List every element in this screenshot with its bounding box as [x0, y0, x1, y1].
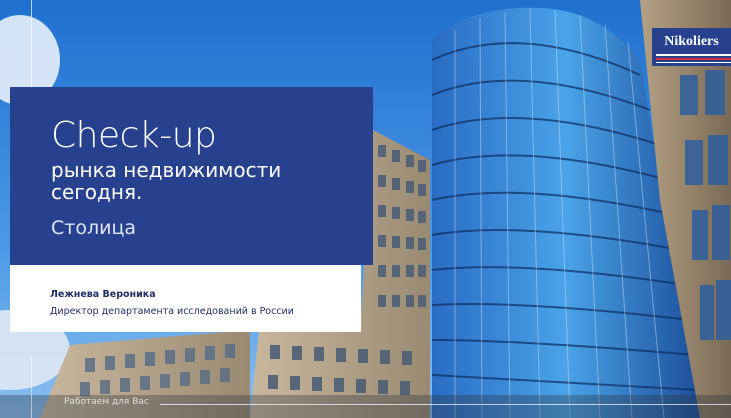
logo-text: Nikoliers	[664, 34, 719, 49]
slide-subtitle-line1: рынка недвижимости	[51, 158, 282, 182]
slide-title: Check-up	[51, 115, 217, 156]
author-name: Лежнева Вероника	[50, 289, 156, 300]
decorative-line-bottom	[31, 356, 32, 418]
slide: Nikoliers Check-up рынка недвижимости се…	[0, 0, 731, 418]
slide-subtitle-line2: сегодня.	[51, 180, 143, 204]
company-logo: Nikoliers	[652, 28, 731, 66]
logo-stripe-white	[656, 54, 731, 56]
slide-city: Столица	[51, 217, 137, 239]
title-panel: Check-up рынка недвижимости сегодня. Сто…	[10, 87, 373, 265]
decorative-line-top	[31, 0, 32, 87]
logo-stripe-white-thin	[656, 62, 731, 63]
footer-slogan: Работаем для Вас	[64, 397, 149, 407]
logo-stripe-red	[656, 58, 731, 60]
author-role: Директор департамента исследований в Рос…	[50, 306, 294, 317]
author-panel: Лежнева Вероника Директор департамента и…	[10, 265, 361, 332]
footer-divider	[160, 404, 731, 405]
